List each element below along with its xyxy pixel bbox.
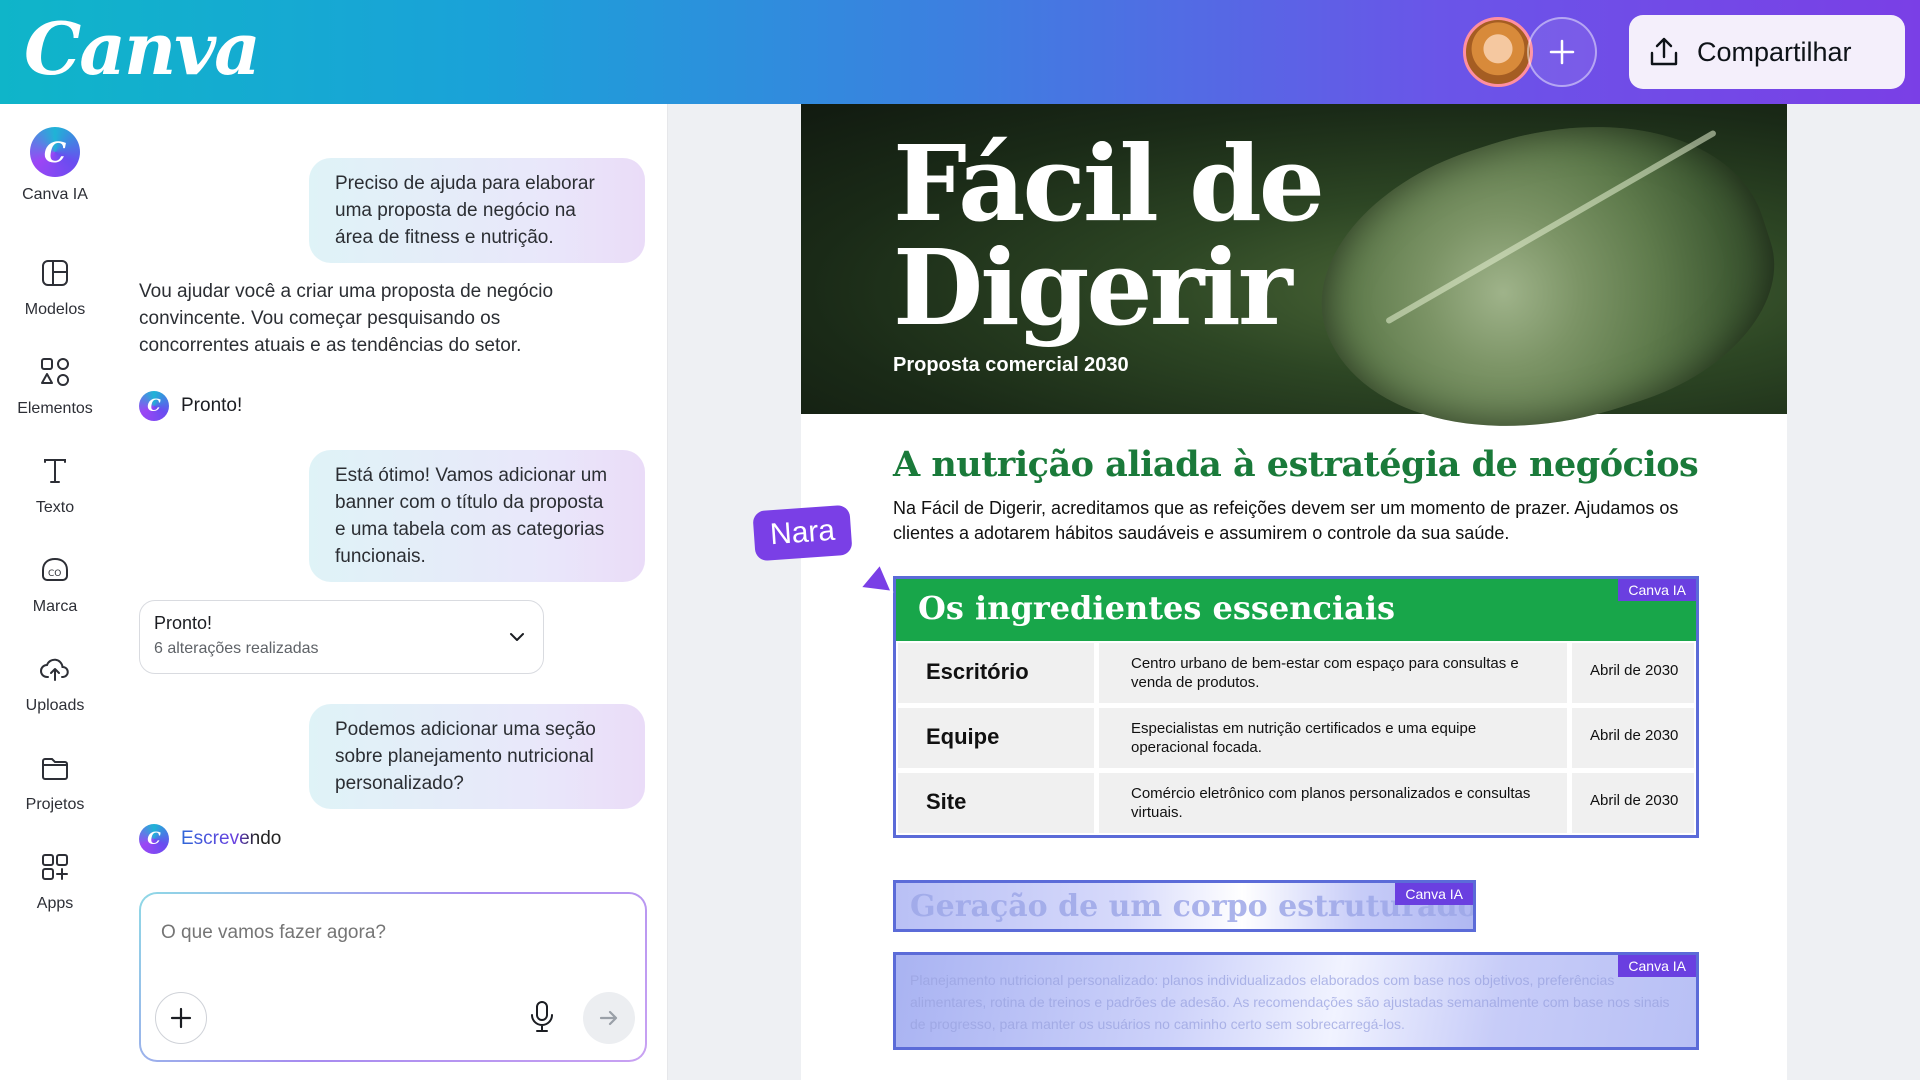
row-date: Abril de 2030 bbox=[1590, 792, 1679, 809]
rail-label: Elementos bbox=[17, 400, 93, 417]
user-message: Podemos adicionar uma seção sobre planej… bbox=[309, 704, 645, 809]
canva-ai-icon: C bbox=[139, 391, 169, 421]
elements-icon bbox=[41, 358, 69, 386]
user-avatar[interactable] bbox=[1463, 17, 1533, 87]
share-button[interactable]: Compartilhar bbox=[1629, 15, 1905, 89]
arrow-right-icon bbox=[599, 1010, 618, 1026]
ai-reply: Vou ajudar você a criar uma proposta de … bbox=[139, 281, 554, 356]
collaborator-cursor-icon bbox=[858, 562, 894, 594]
writing-text: Escrevendo bbox=[181, 828, 282, 849]
row-description: Especialistas em nutrição certificados e… bbox=[1131, 720, 1477, 756]
rail-item-elementos[interactable]: Elementos bbox=[0, 353, 110, 418]
changes-count: 6 alterações realizadas bbox=[154, 640, 319, 657]
banner-title[interactable]: Fácil de Digerir bbox=[893, 122, 1325, 349]
rail-label: Modelos bbox=[24, 301, 86, 318]
canva-ai-icon: C bbox=[139, 824, 169, 854]
rail-item-texto[interactable]: Texto bbox=[0, 452, 110, 517]
svg-text:CO: CO bbox=[48, 569, 61, 579]
brand-icon: CO bbox=[42, 557, 68, 581]
folder-icon bbox=[42, 758, 68, 780]
user-message: Está ótimo! Vamos adicionar um banner co… bbox=[309, 450, 645, 582]
rail-item-apps[interactable]: Apps bbox=[0, 848, 110, 913]
canva-logo[interactable]: Canva bbox=[24, 6, 261, 91]
upload-cloud-icon bbox=[40, 658, 69, 681]
status-text: Pronto! bbox=[181, 395, 243, 416]
share-label: Compartilhar bbox=[1697, 36, 1852, 67]
canva-ai-tag: Canva IA bbox=[1618, 579, 1696, 601]
rail-item-modelos[interactable]: Modelos bbox=[0, 254, 110, 319]
rail-item-marca[interactable]: CO Marca bbox=[0, 551, 110, 616]
canva-ai-icon: C bbox=[30, 127, 80, 177]
row-name: Escritório bbox=[926, 659, 1029, 684]
document-page[interactable]: Fácil de Digerir Proposta comercial 2030… bbox=[801, 104, 1787, 1080]
share-upload-icon bbox=[1650, 37, 1678, 66]
rail-label: Apps bbox=[36, 895, 74, 912]
text-icon bbox=[44, 459, 66, 483]
intro-paragraph[interactable]: Na Fácil de Digerir, acreditamos que as … bbox=[893, 496, 1723, 546]
rail-label: Projetos bbox=[25, 796, 85, 813]
table-row[interactable]: Site Comércio eletrônico com planos pers… bbox=[896, 773, 1696, 833]
prompt-input[interactable] bbox=[161, 922, 621, 944]
row-date: Abril de 2030 bbox=[1590, 727, 1679, 744]
rail-label: Uploads bbox=[25, 697, 85, 714]
kale-leaf-image bbox=[1287, 104, 1787, 487]
banner-image[interactable]: Fácil de Digerir Proposta comercial 2030 bbox=[801, 104, 1787, 487]
ai-chat-panel: Preciso de ajuda para elaborar uma propo… bbox=[110, 104, 668, 1080]
rail-item-projetos[interactable]: Projetos bbox=[0, 749, 110, 814]
attach-button[interactable] bbox=[155, 992, 207, 1044]
row-name: Equipe bbox=[926, 724, 1000, 749]
rail-label: Marca bbox=[32, 598, 78, 615]
rail-label: Canva IA bbox=[22, 186, 88, 203]
side-rail: C Canva IA Modelos Elementos Texto CO Ma… bbox=[0, 104, 110, 1080]
table-header: Os ingredientes essenciais bbox=[896, 579, 1696, 641]
changes-summary-card[interactable]: Pronto! 6 alterações realizadas bbox=[139, 600, 544, 674]
generating-body[interactable]: Planejamento nutricional personalizado: … bbox=[893, 952, 1699, 1050]
generating-heading[interactable]: Geração de um corpo estruturado Canva IA bbox=[893, 880, 1476, 932]
banner-title-line: Digerir bbox=[893, 226, 1293, 349]
add-collaborator-button[interactable] bbox=[1527, 17, 1597, 87]
chevron-down-icon[interactable] bbox=[507, 627, 527, 647]
plus-icon bbox=[170, 1007, 192, 1029]
row-name: Site bbox=[926, 789, 967, 814]
changes-title: Pronto! bbox=[154, 613, 213, 633]
row-date: Abril de 2030 bbox=[1590, 662, 1679, 679]
top-header: Canva Compartilhar bbox=[0, 0, 1920, 104]
generating-body-text: Planejamento nutricional personalizado: … bbox=[910, 972, 1670, 1032]
user-message: Preciso de ajuda para elaborar uma propo… bbox=[309, 158, 645, 263]
banner-subtitle[interactable]: Proposta comercial 2030 bbox=[893, 354, 1129, 377]
microphone-icon[interactable] bbox=[529, 1000, 555, 1034]
ai-status-done: C Pronto! bbox=[139, 391, 242, 421]
rail-item-uploads[interactable]: Uploads bbox=[0, 650, 110, 715]
row-description: Centro urbano de bem-estar com espaço pa… bbox=[1131, 655, 1519, 691]
send-button[interactable] bbox=[583, 992, 635, 1044]
canva-ai-tag: Canva IA bbox=[1395, 883, 1473, 905]
templates-icon bbox=[42, 260, 68, 286]
plus-icon bbox=[1549, 39, 1575, 65]
rail-label: Texto bbox=[35, 499, 75, 516]
ingredients-table[interactable]: Os ingredientes essenciais Canva IA Escr… bbox=[893, 576, 1699, 838]
section-title[interactable]: A nutrição aliada à estratégia de negóci… bbox=[893, 444, 1699, 485]
collaborator-cursor-label: Nara bbox=[752, 504, 853, 562]
apps-icon bbox=[42, 854, 68, 880]
canva-ai-tag: Canva IA bbox=[1618, 955, 1696, 977]
row-description: Comércio eletrônico com planos personali… bbox=[1131, 785, 1531, 821]
rail-item-canva-ai[interactable]: C Canva IA bbox=[0, 127, 110, 204]
table-title: Os ingredientes essenciais bbox=[918, 589, 1396, 627]
table-row[interactable]: Equipe Especialistas em nutrição certifi… bbox=[896, 708, 1696, 768]
banner-title-line: Fácil de bbox=[893, 122, 1325, 245]
table-row[interactable]: Escritório Centro urbano de bem-estar co… bbox=[896, 643, 1696, 703]
generating-heading-text: Geração de um corpo estruturado bbox=[910, 889, 1476, 924]
prompt-box bbox=[139, 892, 647, 1062]
ai-status-writing: C Escrevendo bbox=[139, 824, 281, 854]
